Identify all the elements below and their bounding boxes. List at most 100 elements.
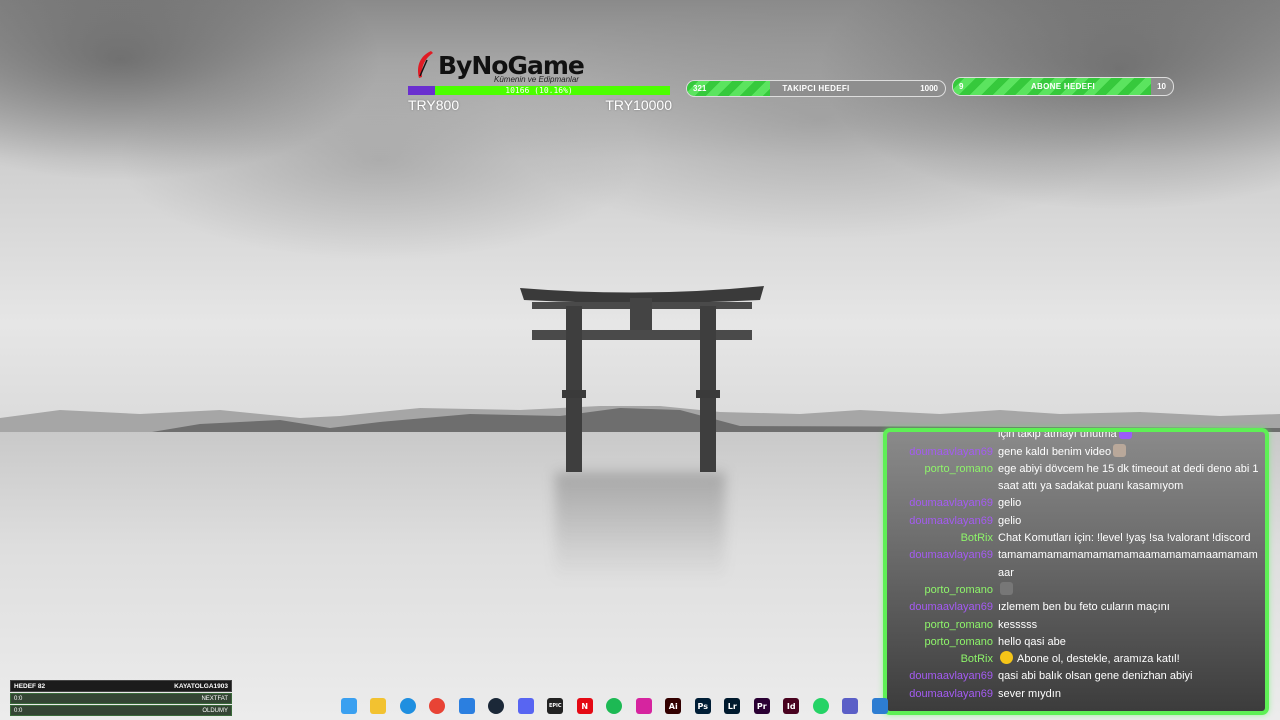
chat-message: doumaavlayan69 ızlemem ben bu feto cuları… [899,599,1259,616]
chat-username[interactable]: porto_romano [899,634,998,651]
lightroom-taskbar-button[interactable]: Lr [718,692,748,720]
discord-icon [517,698,534,714]
unknown-app-icon [871,698,888,714]
scoreboard-row: 0:0 NEXTFAT [10,693,232,704]
wallpaper-reflection [555,472,725,582]
chat-message-text [998,581,1259,599]
chat-message-text: ege abiyi dövcem he 15 dk timeout at ded… [998,461,1259,496]
follower-goal-bar: 321 TAKIPCI HEDEFI 1000 [686,80,946,97]
chat-message-body: hello qasi abe [998,635,1066,648]
chat-message-text: hello qasi abe [998,634,1259,651]
chat-message: doumaavlayan69 gelio [899,495,1259,512]
chat-message: doumaavlayan69 gelio [899,513,1259,530]
chat-message-text: sever mıydın [998,686,1259,703]
lightroom-icon: Lr [724,698,741,714]
file-explorer-taskbar-button[interactable] [364,692,394,720]
scoreboard-widget: HEDEF 82 KAYATOLGA1903 0:0 NEXTFAT 0:0 O… [10,680,232,717]
scoreboard-header: HEDEF 82 KAYATOLGA1903 [10,680,232,692]
indesign-taskbar-button[interactable]: Id [777,692,807,720]
chat-message-text: gene kaldı benim video [998,443,1259,461]
epic-games-icon: EPIC [547,698,564,714]
netflix-taskbar-button[interactable]: N [570,692,600,720]
whatsapp-taskbar-button[interactable] [806,692,836,720]
instagram-taskbar-button[interactable] [629,692,659,720]
indesign-icon: Id [783,698,800,714]
donation-progress-bar: 10166 (10.16%) [408,86,670,95]
chat-message: porto_romano hello qasi abe [899,634,1259,651]
sub-goal-target: 10 [1157,82,1166,91]
photoshop-taskbar-button[interactable]: Ps [688,692,718,720]
scoreboard-header-right: KAYATOLGA1903 [174,682,228,690]
chat-message: için takip atmayı unutma [899,428,1259,444]
windows-start-icon [340,698,357,714]
illustrator-taskbar-button[interactable]: Ai [659,692,689,720]
chat-message-text: ızlemem ben bu feto cuların maçını [998,599,1259,616]
edge-browser-taskbar-button[interactable] [393,692,423,720]
windows-start-taskbar-button[interactable] [334,692,364,720]
instagram-icon [635,698,652,714]
chat-message-text: için takip atmayı unutma [998,428,1259,444]
chrome-browser-icon [429,698,446,714]
star-icon [1000,651,1013,665]
chat-username[interactable]: BotRix [899,651,998,668]
chat-username[interactable]: porto_romano [899,582,998,599]
teams-taskbar-button[interactable] [836,692,866,720]
microsoft-store-taskbar-button[interactable] [452,692,482,720]
chat-username[interactable]: porto_romano [899,461,998,496]
chat-username[interactable]: doumaavlayan69 [899,599,998,616]
epic-games-taskbar-button[interactable]: EPIC [541,692,571,720]
chat-message-body: gelio [998,514,1022,527]
sub-goal-bar: 9 ABONE HEDEFI 10 [952,77,1174,96]
file-explorer-icon [370,698,387,714]
donation-subtitle: Kümenin ve Edipmanlar [494,75,579,84]
chat-username[interactable]: BotRix [899,530,998,547]
chat-username[interactable]: porto_romano [899,617,998,634]
scoreboard-row: 0:0 OLDUMY [10,705,232,716]
heart-icon [1118,432,1132,440]
chat-message: doumaavlayan69 tamamamamamamamamamaamamam… [899,547,1259,582]
discord-taskbar-button[interactable] [511,692,541,720]
chat-username[interactable] [899,432,998,444]
chat-message-text: qasi abi balık olsan gene denizhan abiyi [998,668,1259,685]
chat-message-text: kesssss [998,617,1259,634]
chat-message: porto_romano ege abiyi dövcem he 15 dk ti… [899,461,1259,496]
donation-goal-widget: ByNoGame Kümenin ve Edipmanlar 10166 (10… [408,48,672,114]
chat-message-body: için takip atmayı unutma [998,428,1117,441]
scoreboard-row-right: OLDUMY [202,707,228,714]
chat-username[interactable]: doumaavlayan69 [899,686,998,703]
taskbar: EPIC N Ai Ps Lr Pr Id [334,692,895,720]
illustrator-icon: Ai [665,698,682,714]
chat-message-body: ızlemem ben bu feto cuların maçını [998,601,1170,614]
whatsapp-icon [812,698,829,714]
bynogame-feather-icon [418,51,433,78]
chat-message-body: kesssss [998,618,1038,631]
steam-taskbar-button[interactable] [482,692,512,720]
chat-message: doumaavlayan69 sever mıydın [899,686,1259,703]
spotify-taskbar-button[interactable] [600,692,630,720]
chat-message-text: gelio [998,513,1259,530]
donation-min-label: TRY800 [408,97,460,113]
premiere-taskbar-button[interactable]: Pr [747,692,777,720]
unknown-app-taskbar-button[interactable] [865,692,895,720]
chat-username[interactable]: doumaavlayan69 [899,513,998,530]
teams-icon [842,698,859,714]
donation-progress-text: 10166 (10.16%) [505,86,573,95]
chat-username[interactable]: doumaavlayan69 [899,668,998,685]
scoreboard-header-left: HEDEF 82 [14,682,46,690]
photoshop-icon: Ps [694,698,711,714]
follower-goal-target: 1000 [920,84,938,93]
chat-username[interactable]: doumaavlayan69 [899,547,998,582]
microsoft-store-icon [458,698,475,714]
scoreboard-row-left: 0:0 [14,695,23,702]
chat-message: BotRix Abone ol, destekle, aramıza katıl! [899,651,1259,668]
chat-message: porto_romano [899,581,1259,599]
chat-username[interactable]: doumaavlayan69 [899,495,998,512]
chat-message: doumaavlayan69 qasi abi balık olsan gene … [899,668,1259,685]
chat-message-list: için takip atmayı unutma doumaavlayan69 ge… [887,428,1265,703]
netflix-icon: N [576,698,593,714]
chrome-browser-taskbar-button[interactable] [423,692,453,720]
steam-icon [488,698,505,714]
chat-message-body: Abone ol, destekle, aramıza katıl! [1017,653,1180,666]
gun-emote [1000,581,1013,595]
chat-username[interactable]: doumaavlayan69 [899,444,998,461]
